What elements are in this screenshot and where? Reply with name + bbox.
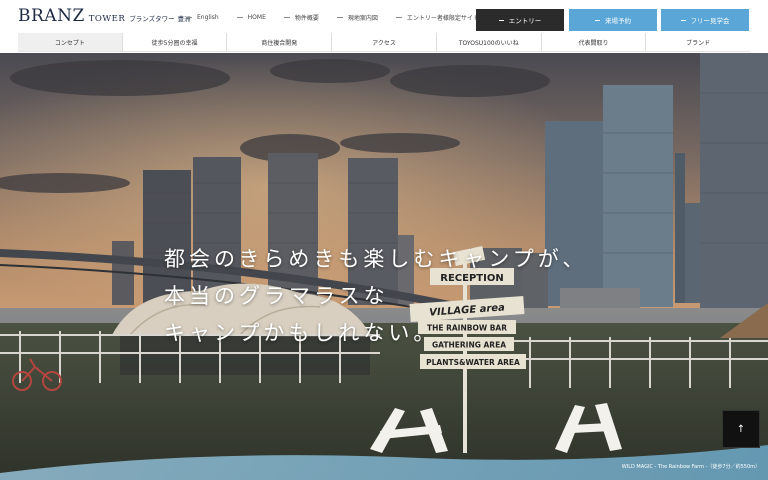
photo-caption: WILD MAGIC - The Rainbow Farm -（徒歩7分／約55… [621,464,760,470]
dash-icon [395,17,402,18]
visit-reservation-button[interactable]: 来場予約 [569,9,657,31]
free-tour-button[interactable]: フリー見学会 [661,9,749,31]
nav-item-concept[interactable]: コンセプト [18,33,123,51]
nav-item-access[interactable]: アクセス [332,33,437,51]
dash-icon [680,19,686,21]
link-home-label: HOME [247,14,266,21]
link-map-label: 現地案内図 [347,15,378,22]
sign-plants-water: PLANTS&WATER AREA [426,358,520,367]
link-outline[interactable]: 物件概要 [283,13,319,22]
hero-headline: 都会のきらめきも楽しむキャンプが、 本当のグラマラスな キャンプかもしれない。 [164,241,587,352]
link-map[interactable]: 現地案内図 [336,13,378,22]
arrow-up-icon: ↑ [736,423,746,435]
dash-icon [498,19,504,21]
entry-button-label: エントリー [508,17,542,25]
dash-icon [186,17,192,18]
dash-icon [595,19,600,21]
nav-item-walk[interactable]: 徒歩5分圏の幸福 [123,33,228,51]
entry-button[interactable]: エントリー [476,9,564,31]
link-english-label: English [197,14,219,21]
nav-item-brand[interactable]: ブランド [646,33,750,51]
link-outline-label: 物件概要 [294,15,319,22]
main-nav: コンセプト 徒歩5分圏の幸福 商住複合開発 アクセス TOYOSU100のいいね… [18,33,750,52]
link-english[interactable]: English [186,13,219,22]
headline-line-1: 都会のきらめきも楽しむキャンプが、 [164,247,588,271]
headline-line-3: キャンプかもしれない。 [164,321,439,345]
link-home[interactable]: HOME [236,13,266,22]
dash-icon [236,17,243,18]
dash-icon [283,17,290,18]
utility-links: English HOME 物件概要 現地案内図 エントリー者様限定サイト [186,13,479,22]
nav-item-development[interactable]: 商住複合開発 [227,33,333,51]
free-tour-label: フリー見学会 [690,17,730,25]
logo-brand: BRANZ [18,6,85,26]
link-members-label: エントリー者様限定サイト [406,15,479,22]
logo-sub: ブランズタワー [129,15,175,23]
back-to-top-button[interactable]: ↑ [722,410,760,448]
link-members[interactable]: エントリー者様限定サイト [395,13,479,22]
dash-icon [336,17,343,18]
hero-section: RECEPTION VILLAGE area THE RAINBOW BAR G… [0,53,768,480]
site-header: BRANZ TOWER ブランズタワー 豊洲 English HOME 物件概要… [0,0,768,53]
visit-reservation-label: 来場予約 [605,17,631,25]
nav-item-floorplans[interactable]: 代表間取り [542,33,647,51]
brand-logo[interactable]: BRANZ TOWER ブランズタワー 豊洲 [18,6,191,26]
headline-line-2: 本当のグラマラスな [164,284,389,308]
nav-item-toyosu100[interactable]: TOYOSU100のいいね [437,33,542,51]
logo-tower: TOWER [88,14,126,24]
